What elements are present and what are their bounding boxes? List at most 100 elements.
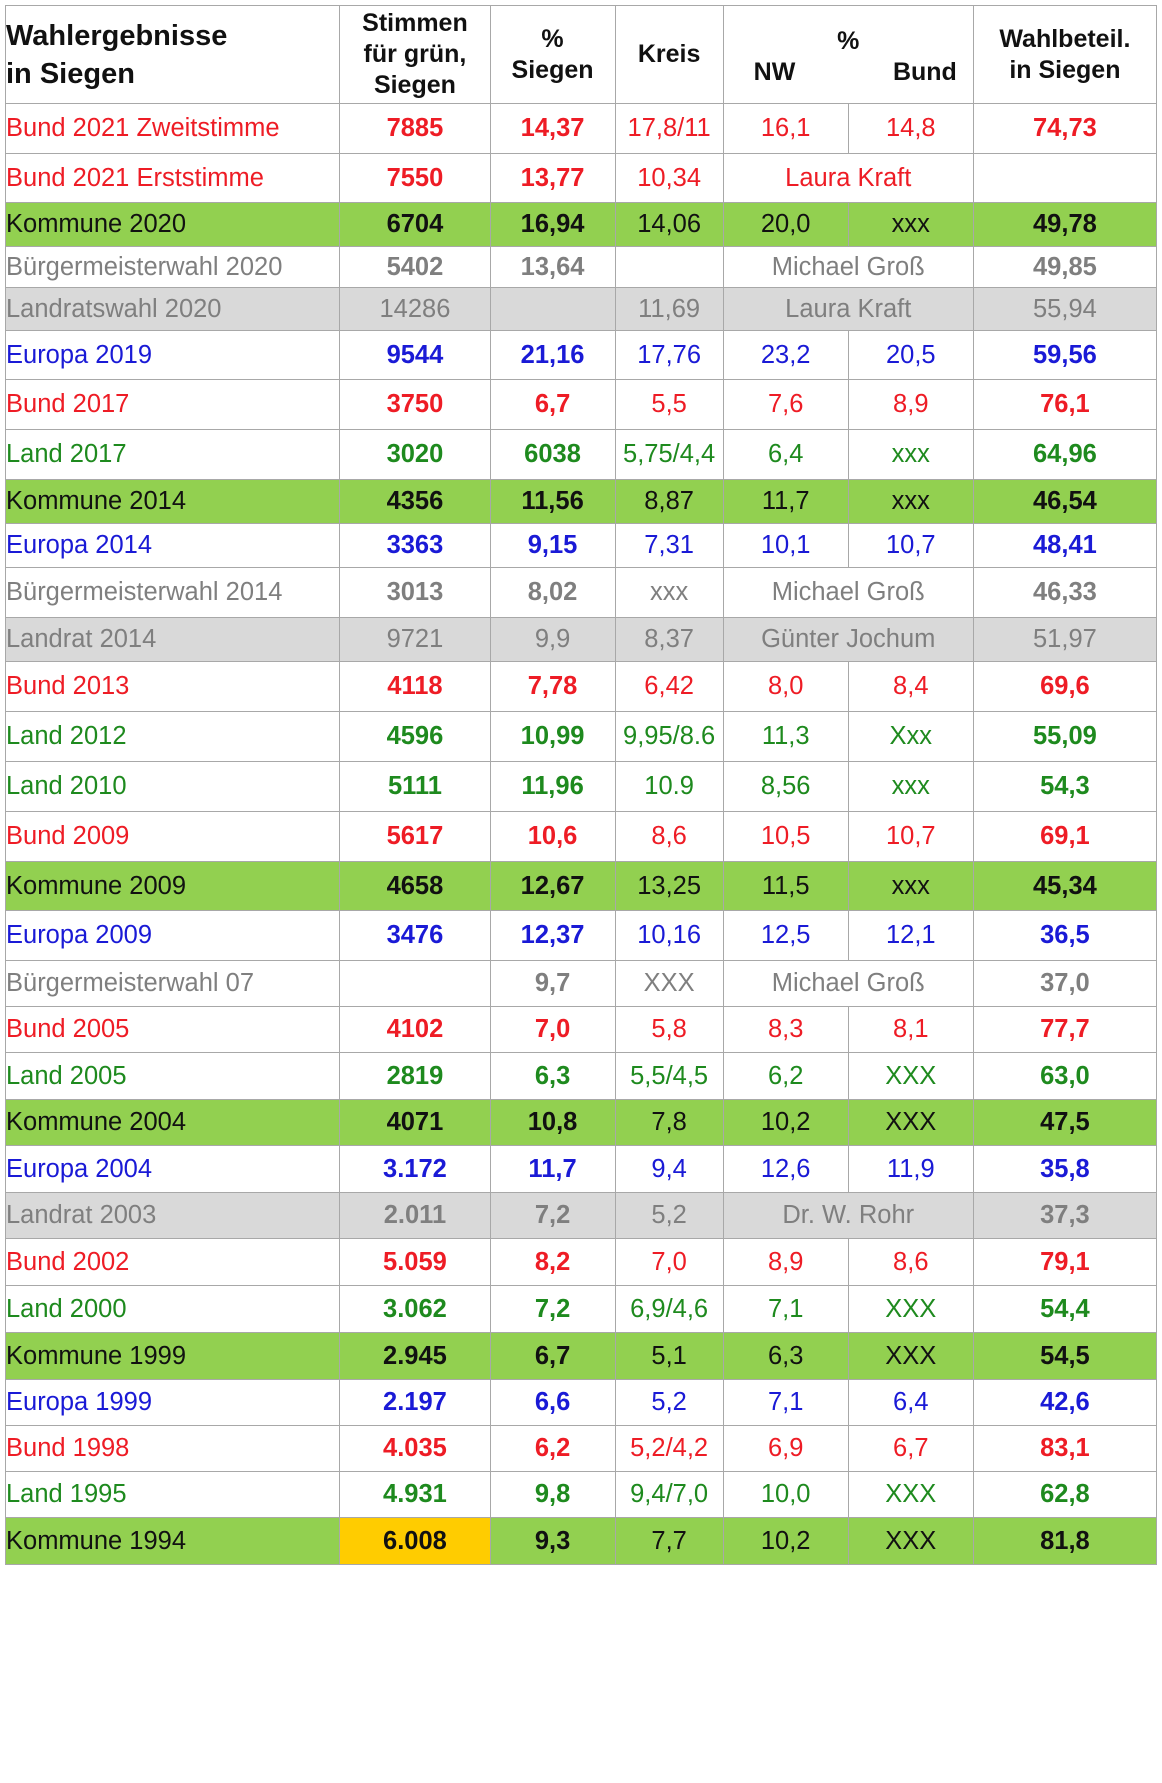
table-row: Bund 2009 5617 10,6 8,6 10,5 10,7 69,1	[4, 811, 1158, 862]
kreis-cell: 6,9/4,6	[614, 1285, 724, 1333]
candidate-cell: Dr. W. Rohr	[722, 1192, 974, 1239]
row-label: Bund 2005	[4, 1006, 341, 1053]
candidate-cell: Michael Groß	[722, 960, 974, 1007]
votes-header-line-3: Siegen	[373, 71, 456, 99]
turnout-cell: 83,1	[972, 1425, 1158, 1472]
percent-siegen-cell: 11,7	[489, 1145, 616, 1193]
row-label: Landrat 2014	[4, 617, 341, 662]
bund-cell: 8,9	[847, 379, 974, 430]
kreis-cell: 6,42	[614, 661, 724, 712]
table-row: Bund 2005 4102 7,0 5,8 8,3 8,1 77,7	[4, 1006, 1158, 1053]
bund-cell: XXX	[847, 1052, 974, 1100]
kreis-cell: 5,5	[614, 379, 724, 430]
bund-cell: xxx	[847, 861, 974, 911]
percent-siegen-cell: 7,2	[489, 1285, 616, 1333]
turnout-cell: 47,5	[972, 1099, 1158, 1146]
table-row: Bürgermeisterwahl 2014 3013 8,02 xxx Michael…	[4, 567, 1158, 618]
percent-siegen-cell: 7,0	[489, 1006, 616, 1053]
table-row: Kommune 2004 4071 10,8 7,8 10,2 XXX 47,5	[4, 1099, 1158, 1146]
votes-cell: 6.008	[339, 1517, 491, 1565]
kreis-cell: 11,69	[614, 287, 724, 331]
table-row: Europa 2019 9544 21,16 17,76 23,2 20,5 59,56	[4, 330, 1158, 380]
row-label: Kommune 2014	[4, 479, 341, 524]
kreis-cell: XXX	[614, 960, 724, 1007]
turnout-cell: 74,73	[972, 103, 1158, 154]
bund-cell: 10,7	[847, 523, 974, 568]
turnout-cell: 54,4	[972, 1285, 1158, 1333]
bund-cell: XXX	[847, 1332, 974, 1380]
votes-header-line-2: für grün,	[363, 40, 467, 68]
table-row: Landrat 2014 9721 9,9 8,37 Günter Jochum 51,9…	[4, 617, 1158, 662]
percent-siegen-cell: 9,7	[489, 960, 616, 1007]
bund-cell: 8,4	[847, 661, 974, 712]
percent-siegen-cell: 6,7	[489, 379, 616, 430]
kreis-cell: 7,7	[614, 1517, 724, 1565]
turnout-cell: 81,8	[972, 1517, 1158, 1565]
turnout-cell: 76,1	[972, 379, 1158, 430]
kreis-cell: 17,8/11	[614, 103, 724, 154]
row-label: Bund 2013	[4, 661, 341, 712]
nw-cell: 12,6	[722, 1145, 849, 1193]
nw-cell: 6,4	[722, 429, 849, 480]
kreis-cell: 10,34	[614, 153, 724, 203]
row-label: Land 2012	[4, 711, 341, 762]
votes-cell: 2.197	[339, 1379, 491, 1426]
votes-cell: 5617	[339, 811, 491, 862]
votes-cell	[339, 960, 491, 1007]
kreis-cell: xxx	[614, 567, 724, 618]
votes-cell: 4.931	[339, 1471, 491, 1518]
table-row: Land 2010 5111 11,96 10.9 8,56 xxx 54,3	[4, 761, 1158, 812]
percent-siegen-cell: 7,2	[489, 1192, 616, 1239]
row-label: Europa 2019	[4, 330, 341, 380]
percent-header-line-1: %	[541, 24, 564, 53]
row-label: Bürgermeisterwahl 2014	[4, 567, 341, 618]
percent-siegen-cell: 13,77	[489, 153, 616, 203]
votes-cell: 3750	[339, 379, 491, 430]
turnout-cell: 69,6	[972, 661, 1158, 712]
percent-siegen-cell: 10,6	[489, 811, 616, 862]
votes-cell: 7550	[339, 153, 491, 203]
nw-cell: 6,9	[722, 1425, 849, 1472]
row-label: Land 2000	[4, 1285, 341, 1333]
bund-cell: 11,9	[847, 1145, 974, 1193]
kreis-cell: 5,8	[614, 1006, 724, 1053]
nw-cell: 8,56	[722, 761, 849, 812]
votes-cell: 14286	[339, 287, 491, 331]
row-label: Kommune 2009	[4, 861, 341, 911]
row-label: Bund 2021 Erststimme	[4, 153, 341, 203]
turnout-cell: 46,33	[972, 567, 1158, 618]
percent-column-header: % Siegen	[489, 5, 616, 104]
votes-cell: 7885	[339, 103, 491, 154]
bund-cell: xxx	[847, 202, 974, 247]
percent-siegen-cell: 10,8	[489, 1099, 616, 1146]
kreis-cell: 5,1	[614, 1332, 724, 1380]
table-row: Land 2005 2819 6,3 5,5/4,5 6,2 XXX 63,0	[4, 1052, 1158, 1100]
percent-siegen-cell: 6,6	[489, 1379, 616, 1426]
nw-cell: 10,2	[722, 1517, 849, 1565]
turnout-cell: 49,78	[972, 202, 1158, 247]
row-label: Bund 1998	[4, 1425, 341, 1472]
nw-cell: 10,5	[722, 811, 849, 862]
bund-cell: xxx	[847, 479, 974, 524]
turnout-cell: 59,56	[972, 330, 1158, 380]
percent-siegen-cell: 14,37	[489, 103, 616, 154]
table-row: Kommune 1994 6.008 9,3 7,7 10,2 XXX 81,8	[4, 1517, 1158, 1565]
turnout-cell: 64,96	[972, 429, 1158, 480]
table-row: Land 2012 4596 10,99 9,95/8.6 11,3 Xxx 55,09	[4, 711, 1158, 762]
table-row: Kommune 1999 2.945 6,7 5,1 6,3 XXX 54,5	[4, 1332, 1158, 1380]
turnout-header-line-2: in Siegen	[1009, 55, 1121, 84]
kreis-cell: 9,4	[614, 1145, 724, 1193]
kreis-cell: 5,2	[614, 1379, 724, 1426]
turnout-cell	[972, 153, 1158, 203]
votes-cell: 3013	[339, 567, 491, 618]
table-row: Kommune 2009 4658 12,67 13,25 11,5 xxx 45,34	[4, 861, 1158, 911]
kreis-cell	[614, 246, 724, 288]
turnout-cell: 49,85	[972, 246, 1158, 288]
bund-cell: 6,4	[847, 1379, 974, 1426]
votes-cell: 4102	[339, 1006, 491, 1053]
row-label: Bürgermeisterwahl 2020	[4, 246, 341, 288]
table-body: Bund 2021 Zweitstimme 7885 14,37 17,8/11 16,…	[4, 103, 1158, 1565]
nw-cell: 11,3	[722, 711, 849, 762]
nw-header-label: NW	[753, 57, 796, 86]
votes-cell: 3020	[339, 429, 491, 480]
